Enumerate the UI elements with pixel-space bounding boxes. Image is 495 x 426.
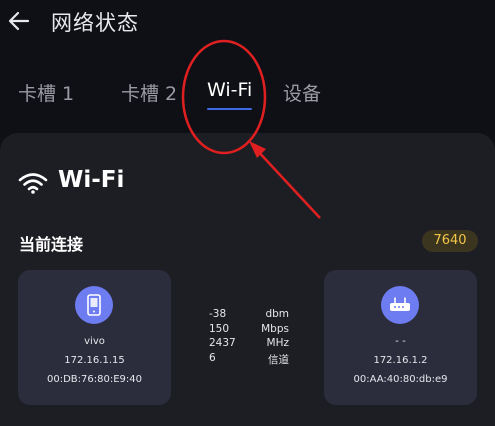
- channel-value: 6: [209, 351, 216, 364]
- channel-unit: 信道: [268, 353, 289, 366]
- tab-bar: 卡槽 1 卡槽 2 Wi-Fi 设备: [0, 72, 495, 116]
- router-name: - -: [395, 336, 406, 347]
- signal-value: -38: [209, 308, 227, 320]
- page-title: 网络状态: [51, 11, 139, 35]
- wifi-icon: [18, 173, 48, 194]
- channel-row: 6 信道: [209, 352, 289, 367]
- tab-wifi[interactable]: Wi-Fi: [207, 79, 252, 101]
- router-icon: [381, 286, 419, 324]
- back-arrow-icon[interactable]: [6, 8, 32, 34]
- phone-icon: [75, 286, 113, 324]
- signal-row: -38 dbm: [209, 308, 289, 323]
- speed-value: 150: [209, 322, 230, 335]
- local-device-card[interactable]: vivo 172.16.1.15 00:DB:76:80:E9:40: [18, 270, 171, 405]
- status-badge: 7640: [422, 230, 478, 252]
- header: 网络状态: [0, 0, 495, 50]
- speed-row: 150 Mbps: [209, 323, 289, 338]
- local-device-ip: 172.16.1.15: [64, 355, 125, 366]
- frequency-row: 2437 MHz: [209, 337, 289, 352]
- local-device-mac: 00:DB:76:80:E9:40: [47, 374, 142, 385]
- router-mac: 00:AA:40:80:db:e9: [353, 374, 448, 385]
- current-connection-label: 当前连接: [19, 235, 84, 254]
- tab-devices[interactable]: 设备: [283, 79, 321, 106]
- signal-unit: dbm: [265, 308, 289, 320]
- connection-stats: -38 dbm 150 Mbps 2437 MHz 6 信道: [209, 308, 289, 366]
- card-title: Wi-Fi: [58, 167, 125, 193]
- tab-slot-2[interactable]: 卡槽 2: [121, 79, 177, 106]
- active-tab-indicator: [207, 108, 252, 110]
- router-device-card[interactable]: - - 172.16.1.2 00:AA:40:80:db:e9: [324, 270, 477, 405]
- local-device-name: vivo: [84, 336, 105, 347]
- frequency-value: 2437: [209, 337, 236, 349]
- tab-slot-1[interactable]: 卡槽 1: [18, 79, 74, 106]
- frequency-unit: MHz: [266, 337, 289, 349]
- router-ip: 172.16.1.2: [373, 355, 428, 366]
- speed-unit: Mbps: [261, 322, 289, 335]
